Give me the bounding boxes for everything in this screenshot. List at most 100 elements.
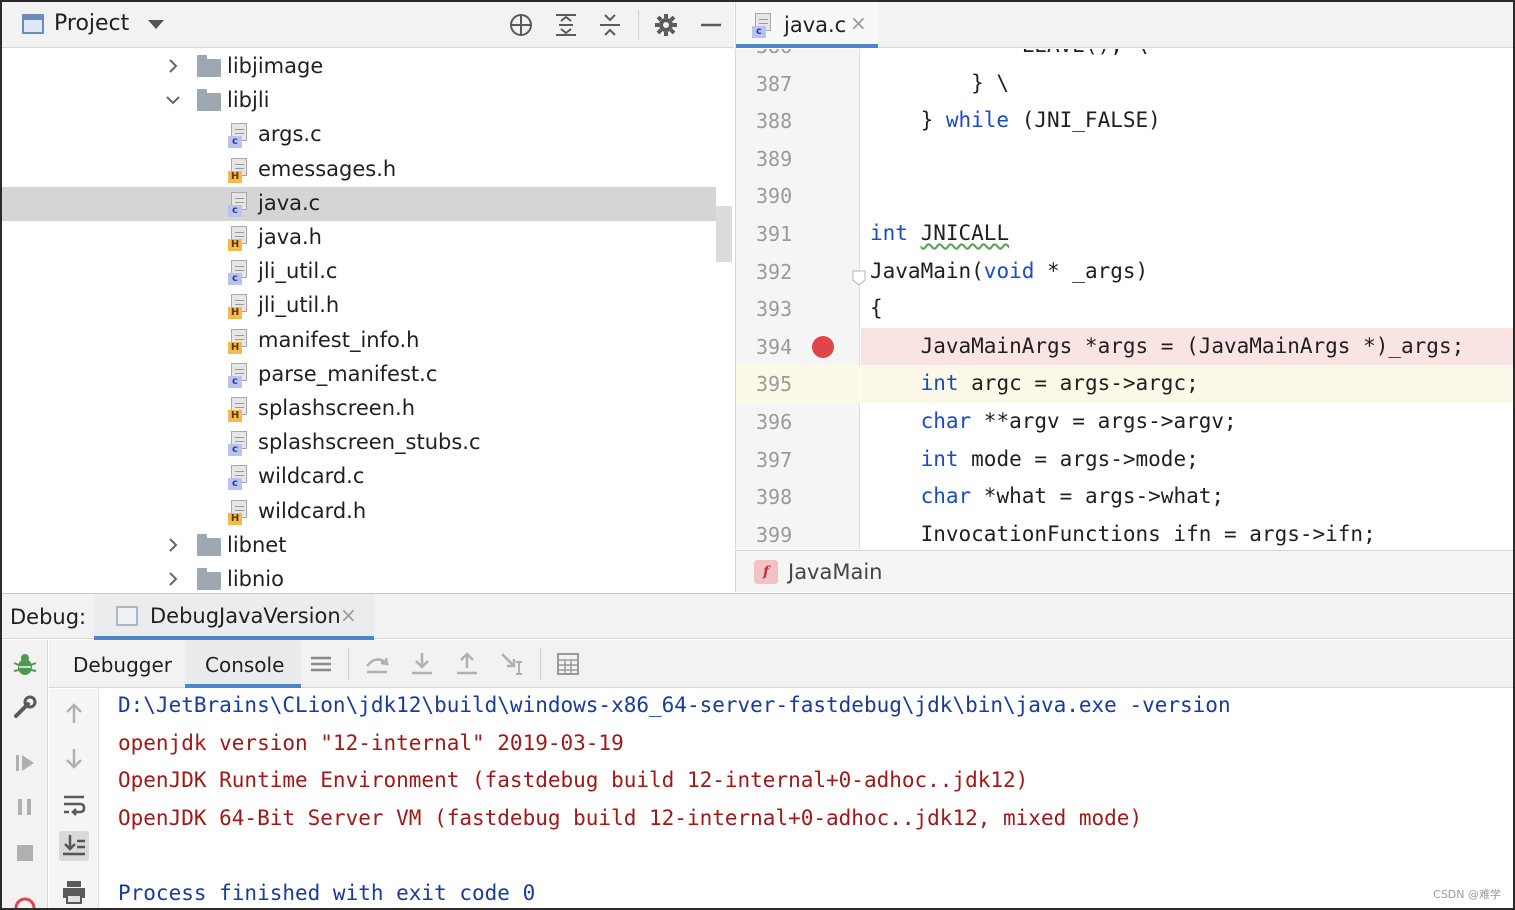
arrow-down-icon[interactable] — [59, 743, 89, 773]
tree-item-label: emessages.h — [258, 156, 397, 181]
header-file-icon: H — [228, 225, 250, 251]
wrench-icon[interactable] — [10, 692, 40, 722]
close-icon[interactable]: × — [850, 11, 867, 35]
run-to-cursor-icon[interactable] — [498, 650, 526, 678]
code-line[interactable]: 392 JavaMain(void * _args) — [736, 253, 1513, 291]
code-line[interactable]: 396 char **argv = args->argv; — [736, 403, 1513, 441]
console-line: Process finished with exit code 0 — [118, 880, 536, 905]
line-number: 389 — [756, 146, 793, 171]
tab-label: java.c — [784, 13, 847, 37]
code-line[interactable]: 394 JavaMainArgs *args = (JavaMainArgs *… — [736, 327, 1513, 366]
code-text: JavaMain(void * _args) — [870, 258, 1149, 283]
tree-file[interactable]: c args.c — [2, 118, 716, 152]
code-editor[interactable]: 386 LEAVE(); \387 } \388 } while (JNI_FA… — [735, 49, 1513, 549]
tab-java-c[interactable]: c java.c × — [736, 2, 878, 48]
expand-all-icon[interactable] — [553, 12, 579, 38]
line-number: 399 — [756, 522, 793, 547]
code-line[interactable]: 397 int mode = args->mode; — [736, 441, 1513, 479]
line-number: 394 — [756, 334, 793, 359]
tree-file[interactable]: Hjli_util.h — [2, 289, 716, 323]
pause-icon[interactable] — [10, 792, 40, 822]
line-number: 388 — [756, 109, 793, 134]
tree-folder[interactable]: libjimage — [2, 50, 716, 84]
chevron-right-icon[interactable] — [165, 537, 181, 553]
tree-folder[interactable]: libnio — [2, 563, 716, 592]
step-into-icon[interactable] — [408, 650, 436, 678]
tree-item-label: jli_util.h — [258, 293, 340, 318]
tree-file[interactable]: c wildcard.c — [2, 460, 716, 494]
debug-sub-toolbar: Debugger Console — [49, 640, 1513, 688]
console-actions-strip — [49, 689, 99, 908]
tree-folder[interactable]: libnet — [2, 529, 716, 563]
code-line[interactable]: 391 int JNICALL — [736, 215, 1513, 253]
folder-icon — [197, 55, 221, 77]
header-file-icon: H — [228, 396, 250, 422]
tree-item-label: java.h — [258, 225, 322, 249]
fold-marker-icon[interactable] — [852, 267, 866, 286]
console-output[interactable]: D:\JetBrains\CLion\jdk12\build\windows-x… — [100, 689, 1513, 908]
tree-file[interactable]: c jli_util.c — [2, 255, 716, 289]
line-number: 396 — [756, 410, 793, 434]
tree-file[interactable]: Hjava.h — [2, 221, 716, 255]
code-line[interactable]: 388 } while (JNI_FALSE) — [736, 102, 1513, 140]
tree-file[interactable]: Hsplashscreen.h — [2, 392, 716, 426]
resume-icon[interactable] — [10, 748, 40, 778]
tree-folder[interactable]: libjli — [2, 84, 716, 118]
code-text: LEAVE(); \ — [870, 49, 1148, 57]
chevron-right-icon[interactable] — [165, 58, 181, 74]
chevron-right-icon[interactable] — [165, 571, 181, 587]
menu-lines-icon[interactable] — [307, 650, 335, 678]
chevron-down-icon[interactable] — [165, 92, 181, 108]
print-icon[interactable] — [59, 877, 89, 907]
project-panel-title[interactable]: Project — [54, 11, 129, 36]
close-icon[interactable]: × — [340, 603, 357, 627]
tree-item-label: parse_manifest.c — [258, 361, 438, 386]
stop-icon[interactable] — [10, 838, 40, 868]
tree-scrollbar[interactable] — [716, 206, 732, 262]
tree-file[interactable]: c parse_manifest.c — [2, 358, 716, 392]
breakpoint-icon[interactable] — [812, 335, 834, 358]
tab-console[interactable]: Console — [185, 640, 301, 688]
step-over-icon[interactable] — [363, 650, 391, 678]
code-line[interactable]: 390 — [736, 177, 1513, 215]
tree-item-label: wildcard.h — [258, 498, 367, 523]
code-text: int mode = args->mode; — [920, 446, 1199, 471]
code-line[interactable]: 393 { — [736, 290, 1513, 328]
hide-icon[interactable] — [698, 12, 724, 38]
arrow-up-icon[interactable] — [59, 699, 89, 729]
collapse-all-icon[interactable] — [597, 12, 623, 38]
tree-file[interactable]: c java.c — [2, 186, 716, 221]
chevron-down-icon[interactable] — [148, 20, 164, 29]
code-text: } while (JNI_FALSE) — [870, 108, 1161, 133]
gear-icon[interactable] — [653, 12, 679, 38]
restore-icon[interactable] — [10, 886, 40, 908]
tab-debugger[interactable]: Debugger — [49, 640, 185, 688]
tree-file[interactable]: c splashscreen_stubs.c — [2, 426, 716, 460]
tree-file[interactable]: Hemessages.h — [2, 153, 716, 187]
code-line[interactable]: 387 } \ — [736, 65, 1513, 103]
tree-file[interactable]: Hmanifest_info.h — [2, 324, 716, 358]
code-line[interactable]: 389 — [736, 140, 1513, 178]
soft-wrap-icon[interactable] — [59, 789, 89, 819]
tree-file[interactable]: Hwildcard.h — [2, 495, 716, 529]
step-out-icon[interactable] — [453, 650, 481, 678]
code-line[interactable]: 399 InvocationFunctions ifn = args->ifn; — [736, 516, 1513, 549]
folder-icon — [197, 89, 221, 112]
toolbar-separator — [348, 648, 349, 680]
line-number: 393 — [756, 297, 793, 322]
line-number: 390 — [756, 184, 793, 209]
locate-icon[interactable] — [508, 12, 534, 38]
c-file-icon: c — [228, 122, 250, 149]
bug-icon[interactable] — [10, 650, 40, 680]
project-tree: libjimage libjli c args.c Hemessages.h c java.… — [2, 49, 734, 592]
code-text: char *what = args->what; — [920, 484, 1225, 509]
line-number: 398 — [756, 485, 793, 510]
evaluate-expression-icon[interactable] — [554, 650, 582, 678]
code-line[interactable]: 386 LEAVE(); \ — [736, 49, 1513, 65]
breadcrumb-function-name[interactable]: JavaMain — [788, 560, 883, 584]
code-line[interactable]: 395 int argc = args->argc; — [736, 365, 1513, 404]
tab-debug-java-version[interactable]: DebugJavaVersion × — [94, 594, 374, 640]
code-line[interactable]: 398 char *what = args->what; — [736, 478, 1513, 516]
scroll-to-end-icon[interactable] — [59, 831, 89, 861]
header-file-icon: H — [228, 157, 250, 183]
